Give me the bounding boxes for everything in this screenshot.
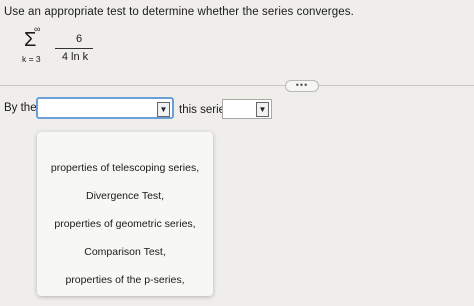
test-dropdown-menu: properties of telescoping series, Diverg… [37, 132, 213, 296]
test-select[interactable]: ▼ [36, 97, 174, 119]
fraction-numerator: 6 [75, 33, 83, 45]
chevron-down-icon[interactable]: ▼ [256, 102, 269, 117]
dropdown-option[interactable]: Comparison Test, [37, 246, 213, 258]
dropdown-option[interactable]: properties of the p-series, [37, 274, 213, 286]
sigma-symbol: Σ [24, 29, 37, 51]
more-button[interactable]: ••• [285, 80, 319, 92]
chevron-down-icon[interactable]: ▼ [157, 102, 170, 117]
fraction-bar [55, 48, 93, 49]
series-expression: ∞ Σ k = 3 6 4 ln k [22, 24, 93, 64]
dropdown-option[interactable]: properties of geometric series, [37, 218, 213, 230]
sigma-lower-limit: k = 3 [22, 54, 41, 64]
dropdown-option[interactable]: Divergence Test, [37, 190, 213, 202]
dropdown-option[interactable]: properties of telescoping series, [37, 162, 213, 174]
result-select[interactable]: ▼ [222, 99, 272, 119]
question-text: Use an appropriate test to determine whe… [4, 6, 354, 18]
answer-prefix: By the [4, 102, 37, 114]
fraction-denominator: 4 ln k [61, 51, 89, 63]
divider [0, 85, 474, 86]
